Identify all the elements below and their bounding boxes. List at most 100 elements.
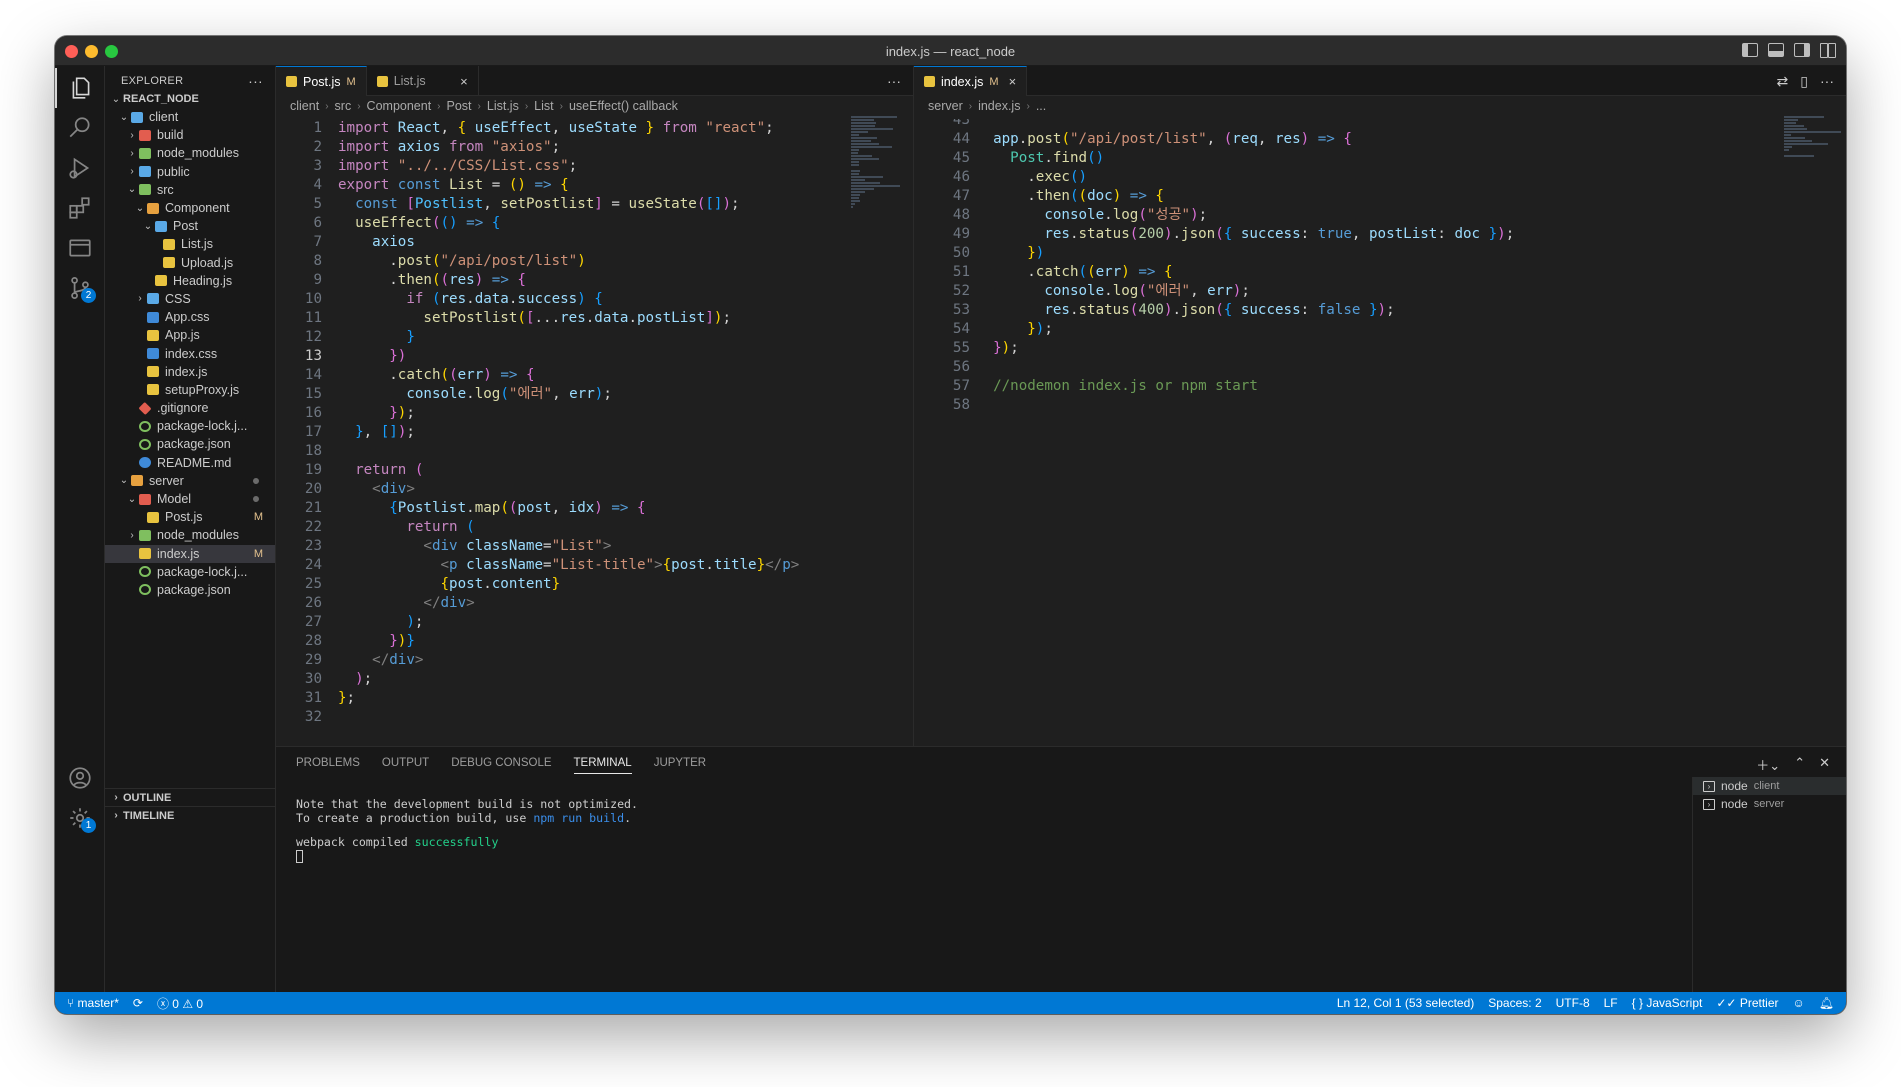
file-tree-item[interactable]: ›package-lock.j... [105, 563, 275, 581]
code-line[interactable]: 26 </div> [276, 594, 913, 613]
file-tree-item[interactable]: ›package.json [105, 581, 275, 599]
file-tree-item[interactable]: › node_modules [105, 144, 275, 162]
code-line[interactable]: 31}; [276, 689, 913, 708]
breadcrumb-item[interactable]: client [290, 99, 319, 113]
extensions-icon[interactable] [55, 188, 105, 228]
code-line[interactable]: 23 <div className="List"> [276, 537, 913, 556]
code-line[interactable]: 7 axios [276, 233, 913, 252]
panel-tab[interactable]: JUPYTER [654, 757, 706, 769]
code-line[interactable]: 15 console.log("에러", err); [276, 385, 913, 404]
panel-tab[interactable]: OUTPUT [382, 757, 429, 769]
tab-list-js[interactable]: List.js × [367, 66, 479, 96]
code-line[interactable]: 25 {post.content} [276, 575, 913, 594]
search-icon[interactable] [55, 108, 105, 148]
minimap[interactable] [1780, 116, 1846, 746]
code-line[interactable]: 12 } [276, 328, 913, 347]
file-tree-item[interactable]: › node_modules [105, 526, 275, 544]
sync-icon[interactable]: ⟳ [133, 996, 143, 1010]
tab-index-js[interactable]: index.js M × [914, 66, 1028, 96]
problems-status[interactable]: ⓧ 0 ⚠ 0 [157, 995, 203, 1012]
branch-status[interactable]: ⑂ master* [67, 996, 119, 1010]
file-tree-item[interactable]: ›Upload.js [105, 254, 275, 272]
open-changes-icon[interactable]: ⇄ [1777, 73, 1789, 90]
file-tree-item[interactable]: ›index.css [105, 344, 275, 362]
run-debug-icon[interactable] [55, 148, 105, 188]
explorer-icon[interactable] [55, 68, 105, 108]
file-tree-item[interactable]: ›.gitignore [105, 399, 275, 417]
file-tree-item[interactable]: ⌄ src [105, 181, 275, 199]
file-tree-item[interactable]: ⌄ Component [105, 199, 275, 217]
new-terminal-icon[interactable]: ＋⌄ [1756, 755, 1780, 774]
code-line[interactable]: 1 import React, { useEffect, useState } f… [276, 119, 913, 138]
code-line[interactable]: 45 Post.find() [914, 149, 1846, 168]
code-line[interactable]: 32 [276, 708, 913, 727]
code-line[interactable]: 52 console.log("에러", err); [914, 282, 1846, 301]
maximize-panel-icon[interactable]: ⌃ [1794, 755, 1805, 774]
code-line[interactable]: 56 [914, 358, 1846, 377]
panel-tab[interactable]: TERMINAL [573, 757, 632, 774]
file-tree-item[interactable]: ⌄ Model [105, 490, 275, 508]
explorer-more-actions-icon[interactable]: ··· [248, 73, 263, 89]
code-line[interactable]: 44 app.post("/api/post/list", (req, res)… [914, 130, 1846, 149]
code-line[interactable]: 13 }) [276, 347, 913, 366]
remote-explorer-icon[interactable] [55, 228, 105, 268]
panel-tab[interactable]: PROBLEMS [296, 757, 360, 769]
code-line[interactable]: 49 res.status(200).json({ success: true,… [914, 225, 1846, 244]
cursor-position[interactable]: Ln 12, Col 1 (53 selected) [1337, 996, 1474, 1010]
code-line[interactable]: 55 }); [914, 339, 1846, 358]
editor-more-actions-icon[interactable]: ··· [1820, 73, 1834, 90]
file-tree-item[interactable]: ⌄ server [105, 472, 275, 490]
code-line[interactable]: 17 }, []); [276, 423, 913, 442]
indentation[interactable]: Spaces: 2 [1488, 996, 1541, 1010]
file-tree-item[interactable]: ›Heading.js [105, 272, 275, 290]
file-tree-item[interactable]: ›Post.jsM [105, 508, 275, 526]
toggle-secondary-sidebar-icon[interactable] [1794, 43, 1810, 57]
file-tree-item[interactable]: ›App.js [105, 326, 275, 344]
file-tree-item[interactable]: ›README.md [105, 454, 275, 472]
code-line[interactable]: 3 import "../../CSS/List.css"; [276, 157, 913, 176]
toggle-panel-icon[interactable] [1768, 43, 1784, 57]
file-tree-item[interactable]: › CSS [105, 290, 275, 308]
code-line[interactable]: 27 ); [276, 613, 913, 632]
minimap[interactable] [847, 116, 913, 746]
breadcrumb-item[interactable]: server [928, 99, 963, 113]
breadcrumb-item[interactable]: Post [447, 99, 472, 113]
file-tree-item[interactable]: ›package-lock.j... [105, 417, 275, 435]
encoding[interactable]: UTF-8 [1556, 996, 1590, 1010]
file-tree-item[interactable]: › build [105, 126, 275, 144]
code-line[interactable]: 51 .catch((err) => { [914, 263, 1846, 282]
file-tree-item[interactable]: ⌄ client [105, 108, 275, 126]
code-line[interactable]: 21 {Postlist.map((post, idx) => { [276, 499, 913, 518]
code-line[interactable]: 10 if (res.data.success) { [276, 290, 913, 309]
close-panel-icon[interactable]: ✕ [1819, 755, 1830, 774]
code-line[interactable]: 48 console.log("성공"); [914, 206, 1846, 225]
code-line[interactable]: 22 return ( [276, 518, 913, 537]
split-editor-icon[interactable]: ▯ [1800, 73, 1808, 90]
code-line[interactable]: 4 export const List = () => { [276, 176, 913, 195]
file-tree-item[interactable]: ›index.jsM [105, 544, 275, 563]
customize-layout-icon[interactable] [1820, 43, 1836, 58]
file-tree-item[interactable]: ⌄ Post [105, 217, 275, 235]
breadcrumb-item[interactable]: List [534, 99, 553, 113]
code-line[interactable]: 30 ); [276, 670, 913, 689]
editor-more-actions-icon[interactable]: ··· [887, 73, 901, 89]
code-line[interactable]: 28 })} [276, 632, 913, 651]
breadcrumb-item[interactable]: useEffect() callback [569, 99, 678, 113]
notifications-bell-icon[interactable]: 🔔︎ [1819, 996, 1834, 1010]
code-line[interactable]: 6 useEffect(() => { [276, 214, 913, 233]
breadcrumb-item[interactable]: index.js [978, 99, 1020, 113]
source-control-icon[interactable]: 2 [55, 268, 105, 308]
panel-tab[interactable]: DEBUG CONSOLE [451, 757, 551, 769]
toggle-sidebar-icon[interactable] [1742, 43, 1758, 57]
code-line[interactable]: 14 .catch((err) => { [276, 366, 913, 385]
close-tab-icon[interactable]: × [1009, 74, 1017, 89]
terminal-output[interactable]: Note that the development build is not o… [296, 797, 638, 863]
code-line[interactable]: 29 </div> [276, 651, 913, 670]
code-line[interactable]: 50 }) [914, 244, 1846, 263]
code-line[interactable]: 24 <p className="List-title">{post.title… [276, 556, 913, 575]
file-tree-item[interactable]: ›index.js [105, 363, 275, 381]
workspace-root[interactable]: ⌄ REACT_NODE [105, 90, 275, 108]
code-line[interactable]: 53 res.status(400).json({ success: false… [914, 301, 1846, 320]
prettier-status[interactable]: ✓✓ Prettier [1716, 996, 1778, 1010]
breadcrumb-item[interactable]: Component [367, 99, 432, 113]
